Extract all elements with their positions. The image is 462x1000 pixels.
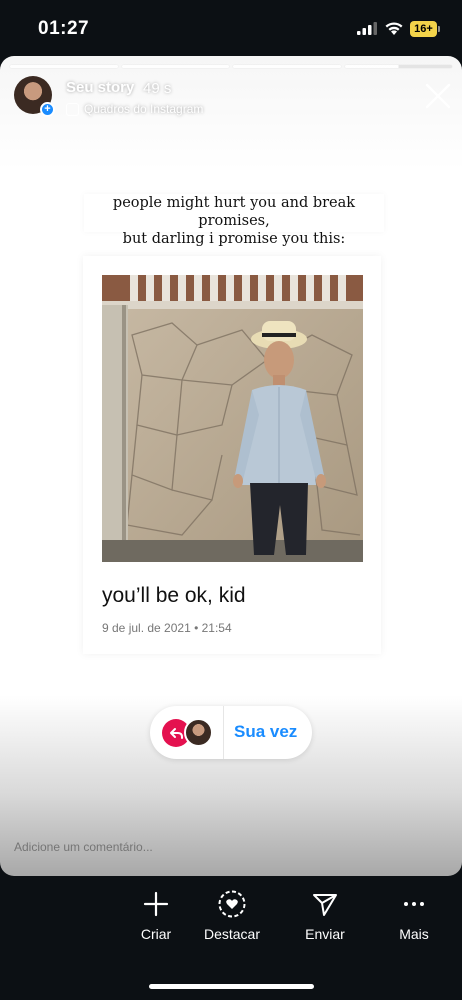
quote-line-1: people might hurt you and break promises…	[112, 195, 356, 229]
progress-segment	[121, 65, 229, 68]
your-turn-divider	[223, 706, 224, 759]
boy-photo-illustration	[102, 275, 363, 562]
status-clock: 01:27	[38, 18, 90, 39]
story-card[interactable]: + Seu story 49 s Quadros do Instagram pe…	[0, 56, 462, 876]
close-icon[interactable]	[424, 82, 452, 110]
polaroid-date: 9 de jul. de 2021 • 21:54	[102, 621, 232, 635]
highlight-label: Destacar	[203, 926, 261, 942]
add-story-plus-icon[interactable]: +	[40, 102, 55, 117]
story-action-bar: Criar Destacar Enviar Mais	[0, 890, 462, 970]
progress-segment-current	[344, 65, 452, 68]
highlight-heart-icon	[218, 890, 246, 918]
wifi-icon	[385, 22, 403, 35]
cellular-signal-icon	[357, 22, 377, 35]
comment-input[interactable]	[14, 840, 444, 854]
plus-icon	[143, 891, 169, 917]
polaroid-photo	[102, 275, 363, 562]
story-source[interactable]: Quadros do Instagram	[66, 102, 203, 116]
battery-level-label: 16+	[410, 21, 437, 37]
quote-text-box: people might hurt you and break promises…	[84, 194, 384, 247]
story-source-label: Quadros do Instagram	[84, 102, 204, 116]
quote-line-2: but darling i promise you this:	[122, 231, 346, 247]
send-button[interactable]: Enviar	[295, 890, 355, 942]
create-button[interactable]: Criar	[126, 890, 186, 942]
send-label: Enviar	[305, 926, 345, 942]
progress-segment	[233, 65, 341, 68]
more-button[interactable]: Mais	[386, 890, 442, 942]
battery-icon: 16+	[410, 21, 440, 37]
story-progress-bar	[10, 65, 452, 68]
more-label: Mais	[399, 926, 429, 942]
instagram-frame-polaroid: you’ll be ok, kid 9 de jul. de 2021 • 21…	[83, 256, 381, 654]
highlight-button[interactable]: Destacar	[196, 890, 268, 942]
your-turn-avatar	[184, 718, 213, 747]
your-turn-sticker[interactable]: Sua vez	[150, 706, 312, 759]
status-bar: 01:27 16+	[0, 0, 462, 58]
send-icon	[313, 894, 337, 916]
story-time-ago: 49 s	[143, 80, 172, 97]
progress-segment	[10, 65, 118, 68]
more-dots-icon	[404, 902, 424, 906]
battery-cap	[438, 26, 440, 32]
your-turn-label: Sua vez	[234, 722, 298, 741]
polaroid-caption: you’ll be ok, kid	[102, 584, 246, 607]
story-viewer-screen: 01:27 16+ + Seu story 49 s Quadros do In…	[0, 0, 462, 1000]
frames-icon	[66, 102, 79, 116]
story-username[interactable]: Seu story	[66, 79, 134, 96]
home-indicator[interactable]	[149, 984, 314, 989]
create-label: Criar	[140, 926, 172, 942]
